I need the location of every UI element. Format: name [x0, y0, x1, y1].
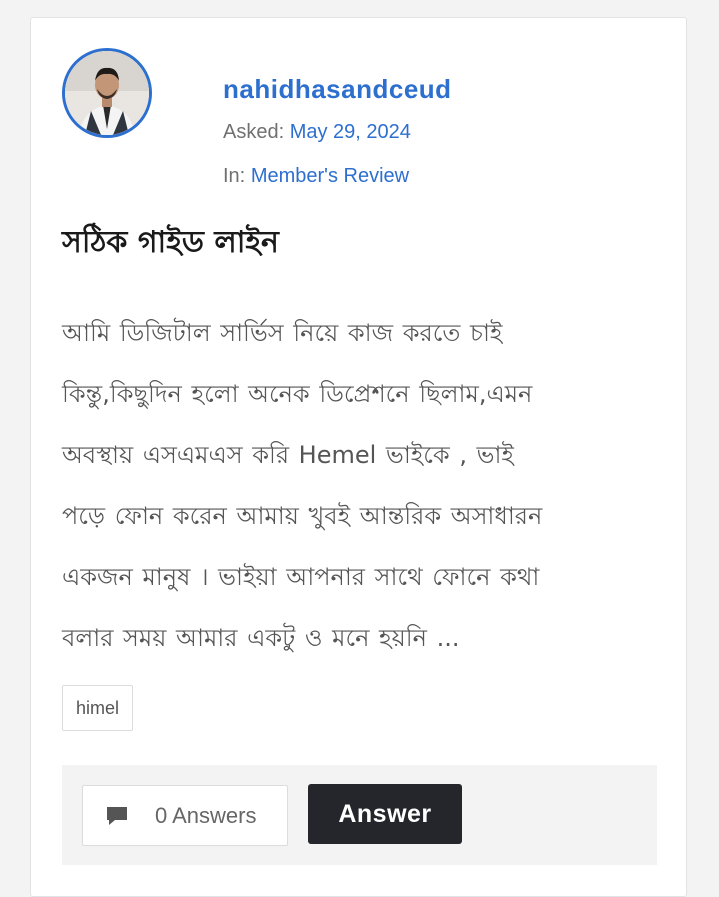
- author-avatar[interactable]: [62, 48, 152, 138]
- answers-count-label: 0 Answers: [155, 802, 257, 828]
- question-footer: 0 Answers Answer: [62, 765, 657, 865]
- question-card: nahidhasandceud Asked: May 29, 2024 In: …: [30, 17, 687, 897]
- asked-date-row: Asked: May 29, 2024: [223, 121, 411, 144]
- tag-himel[interactable]: himel: [62, 685, 134, 731]
- category-row: In: Member's Review: [223, 165, 409, 188]
- category-link[interactable]: Member's Review: [251, 165, 409, 187]
- comment-icon: [107, 806, 127, 825]
- avatar-photo: [65, 51, 149, 135]
- excerpt-line: অবস্থায় এসএমএস করি Hemel ভাইকে , ভাই: [62, 441, 514, 469]
- excerpt-line: আমি ডিজিটাল সার্ভিস নিয়ে কাজ করতে চাই: [62, 319, 503, 347]
- excerpt-line: পড়ে ফোন করেন আমায় খুবই আন্তরিক অসাধারন: [62, 502, 543, 530]
- author-name[interactable]: nahidhasandceud: [223, 74, 452, 105]
- excerpt-line: একজন মানুষ । ভাইয়া আপনার সাথে ফোনে কথা: [62, 563, 540, 591]
- answer-button[interactable]: Answer: [308, 784, 462, 844]
- asked-date-link[interactable]: May 29, 2024: [290, 121, 411, 143]
- answers-count-button[interactable]: 0 Answers: [82, 785, 288, 846]
- excerpt-line: কিন্তু,কিছুদিন হলো অনেক ডিপ্রেশনে ছিলাম,…: [62, 380, 533, 408]
- excerpt-line: বলার সময় আমার একটু ও মনে হয়নি ...: [62, 624, 460, 652]
- category-label: In:: [223, 165, 246, 187]
- asked-label: Asked:: [223, 121, 285, 143]
- question-excerpt: আমি ডিজিটাল সার্ভিস নিয়ে কাজ করতে চাই ক…: [62, 303, 662, 669]
- question-title[interactable]: সঠিক গাইড লাইন: [62, 218, 279, 269]
